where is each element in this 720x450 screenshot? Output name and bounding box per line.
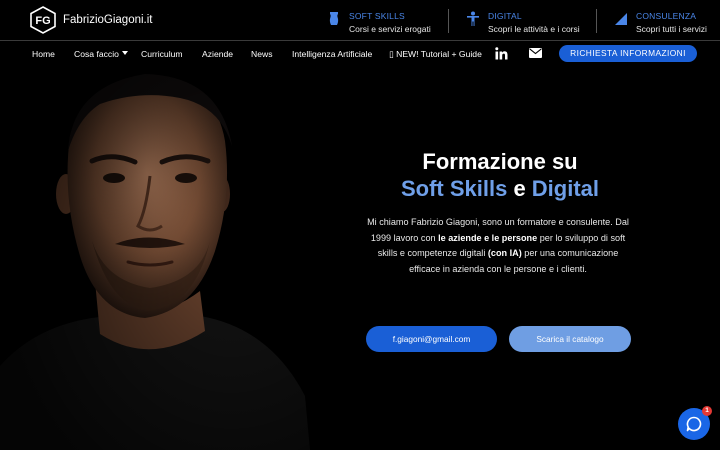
hero-title-digital: Digital	[531, 176, 600, 201]
notification-badge: 1	[702, 406, 712, 416]
hero-title-soft-skills: Soft Skills	[400, 176, 508, 201]
nav-news[interactable]: News	[251, 49, 273, 59]
download-catalog-button[interactable]: Scarica il catalogo	[509, 326, 631, 352]
feature-consulenza[interactable]: CONSULENZA Scopri tutti i servizi	[614, 10, 707, 35]
richiesta-informazioni-button[interactable]: RICHIESTA INFORMAZIONI	[559, 45, 697, 62]
feature-title: SOFT SKILLS	[349, 11, 405, 21]
feature-digital[interactable]: DIGITAL Scopri le attività e i corsi	[466, 10, 580, 35]
nav-cosa-faccio[interactable]: Cosa faccio	[74, 49, 128, 59]
vase-icon	[329, 12, 339, 25]
hero-title: Formazione su Soft Skills e Digital	[380, 148, 620, 202]
person-figure-icon	[467, 11, 479, 26]
nav-intelligenza-artificiale[interactable]: Intelligenza Artificiale	[292, 49, 372, 59]
hero-text-bold: le aziende e le persone	[438, 232, 538, 243]
feature-title: DIGITAL	[488, 11, 522, 21]
top-bar: FG FabrizioGiagoni.it SOFT SKILLS Corsi …	[0, 0, 720, 41]
brand-logo-link[interactable]: FG FabrizioGiagoni.it	[30, 6, 152, 34]
divider	[596, 9, 597, 33]
feature-subtitle: Corsi e servizi erogati	[349, 24, 431, 34]
hero-title-and: e	[507, 176, 532, 201]
hero-description: Mi chiamo Fabrizio Giagoni, sono un form…	[362, 215, 634, 277]
nav-curriculum[interactable]: Curriculum	[141, 49, 183, 59]
nav-label: Cosa faccio	[74, 49, 119, 59]
feature-soft-skills[interactable]: SOFT SKILLS Corsi e servizi erogati	[327, 10, 431, 35]
nav-aziende[interactable]: Aziende	[202, 49, 233, 59]
fg-logo-icon: FG	[30, 6, 56, 34]
chat-bubble-icon	[686, 416, 702, 432]
email-button[interactable]: f.giagoni@gmail.com	[366, 326, 497, 352]
mail-icon[interactable]	[529, 48, 542, 58]
chevron-down-icon	[121, 51, 128, 55]
hero-title-line1: Formazione su	[422, 149, 578, 174]
feature-title: CONSULENZA	[636, 11, 697, 21]
nav-tutorial-guide[interactable]: ▯ NEW! Tutorial + Guide	[389, 49, 482, 60]
feature-subtitle: Scopri le attività e i corsi	[488, 24, 580, 34]
linkedin-icon[interactable]	[495, 47, 508, 60]
divider	[448, 9, 449, 33]
triangle-icon	[615, 13, 627, 25]
logo-text: FG	[35, 15, 50, 27]
nav-home[interactable]: Home	[32, 49, 55, 59]
portrait-photo	[0, 66, 330, 450]
brand-name: FabrizioGiagoni.it	[63, 14, 153, 26]
hero-text-bold: (con IA)	[487, 248, 522, 259]
feature-subtitle: Scopri tutti i servizi	[636, 24, 707, 34]
